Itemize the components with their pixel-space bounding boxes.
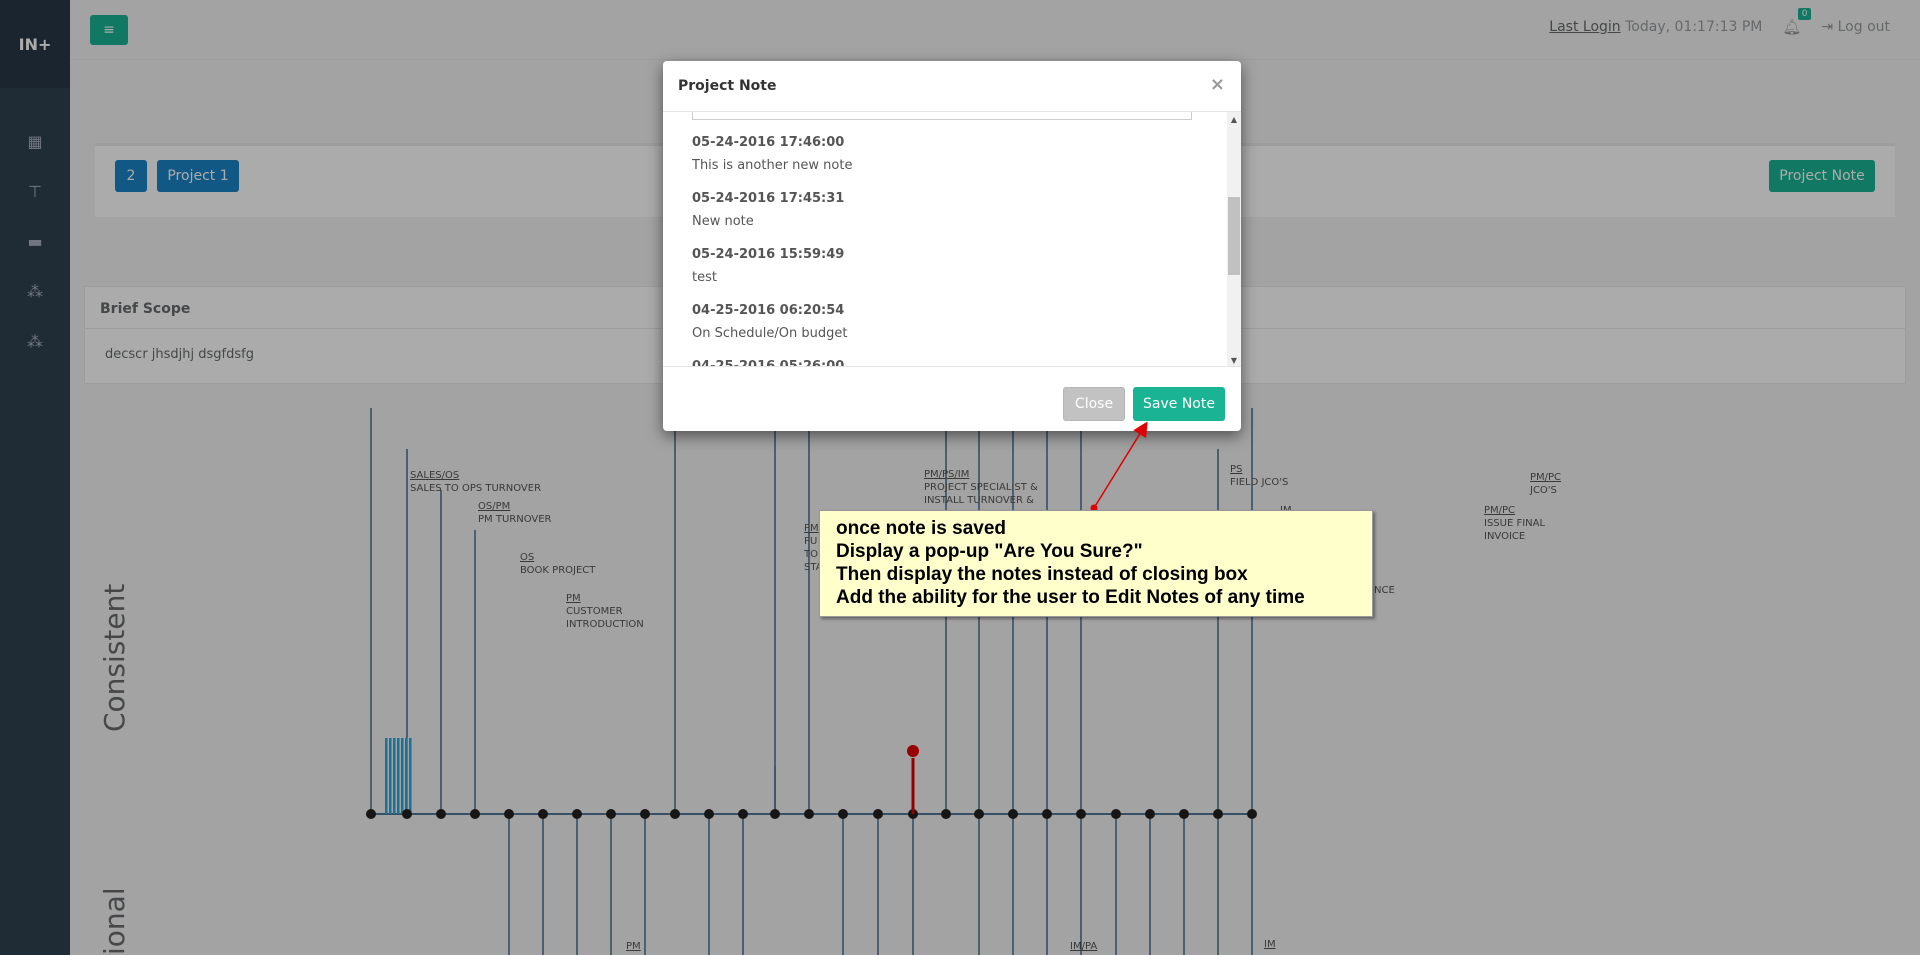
- save-note-button[interactable]: Save Note: [1133, 387, 1225, 421]
- notes-scrollbar[interactable]: ▲ ▼: [1227, 112, 1241, 366]
- annotation-line: once note is saved: [836, 518, 1007, 539]
- close-button[interactable]: Close: [1063, 387, 1125, 421]
- note-item: 05-24-2016 17:45:31 New note: [692, 191, 844, 229]
- note-date: 04-25-2016 05:26:00: [692, 359, 845, 367]
- notes-list[interactable]: 05-24-2016 17:46:00 This is another new …: [663, 112, 1241, 367]
- modal-header: Project Note ×: [663, 61, 1241, 112]
- modal-footer: Close Save Note: [663, 367, 1241, 431]
- close-icon[interactable]: ×: [1210, 74, 1225, 95]
- note-item: 04-25-2016 05:26:00: [692, 359, 845, 367]
- note-item: 05-24-2016 15:59:49 test: [692, 247, 844, 285]
- note-text: This is another new note: [692, 158, 853, 173]
- note-date: 05-24-2016 17:45:31: [692, 191, 845, 206]
- note-text: On Schedule/On budget: [692, 326, 848, 341]
- note-item: 04-25-2016 06:20:54 On Schedule/On budge…: [692, 303, 847, 341]
- annotation-line: Display a pop-up "Are You Sure?": [836, 541, 1143, 562]
- annotation-callout: once note is saved Display a pop-up "Are…: [819, 510, 1373, 617]
- annotation-line: Then display the notes instead of closin…: [836, 564, 1248, 585]
- note-text: New note: [692, 214, 754, 229]
- scroll-up-icon[interactable]: ▲: [1227, 112, 1241, 126]
- modal-title: Project Note: [678, 78, 777, 94]
- scroll-down-icon[interactable]: ▼: [1227, 353, 1241, 366]
- note-item: 05-24-2016 17:46:00 This is another new …: [692, 135, 852, 173]
- annotation-line: Add the ability for the user to Edit Not…: [836, 587, 1305, 608]
- project-note-modal: Project Note × 05-24-2016 17:46:00 This …: [663, 61, 1241, 431]
- note-date: 05-24-2016 17:46:00: [692, 135, 845, 150]
- note-date: 05-24-2016 15:59:49: [692, 247, 845, 262]
- scroll-thumb[interactable]: [1228, 197, 1240, 275]
- note-textarea[interactable]: [692, 112, 1192, 120]
- note-date: 04-25-2016 06:20:54: [692, 303, 845, 318]
- note-text: test: [692, 270, 717, 285]
